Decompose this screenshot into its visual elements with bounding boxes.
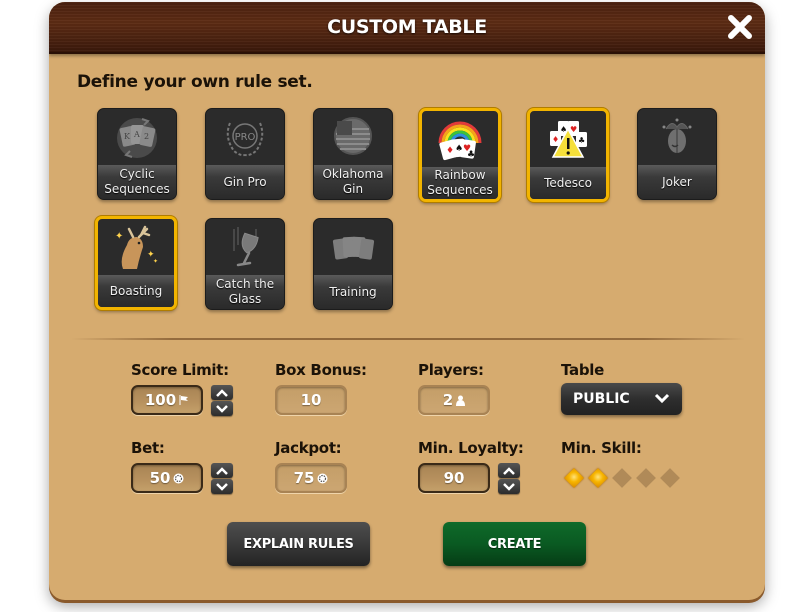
svg-text:✦: ✦ (153, 258, 158, 265)
falling-glass-icon (233, 227, 259, 267)
bet-value: 50 (149, 469, 171, 487)
min-skill-label: Min. Skill: (561, 439, 642, 457)
tile-label: Rainbow Sequences (422, 167, 498, 199)
svg-text:♦: ♦ (552, 135, 559, 144)
dialog-title: CUSTOM TABLE (327, 16, 487, 38)
min-loyalty-stepper (498, 463, 520, 494)
jackpot-value: 75 (293, 469, 315, 487)
tile-label: Oklahoma Gin (314, 165, 392, 199)
chip-icon (173, 473, 184, 483)
rule-tile-joker[interactable]: Joker (637, 108, 717, 200)
svg-text:PRO: PRO (235, 132, 256, 143)
chevron-down-icon (503, 482, 515, 491)
table-visibility-dropdown[interactable]: PUBLIC (561, 383, 682, 415)
rule-tile-oklahoma-gin[interactable]: Oklahoma Gin (313, 108, 393, 200)
score-limit-label: Score Limit: (131, 361, 229, 379)
score-limit-decrease-button[interactable] (211, 401, 233, 416)
section-divider (71, 338, 745, 340)
rule-tile-catch-the-glass[interactable]: Catch the Glass (205, 218, 285, 310)
cards-fan-icon (332, 236, 375, 260)
score-limit-stepper (211, 385, 233, 416)
min-loyalty-increase-button[interactable] (498, 463, 520, 478)
rule-tile-tedesco[interactable]: ♠ ♥ ♦ ♣ Tedesco (527, 108, 609, 202)
tile-label: Gin Pro (206, 165, 284, 199)
min-loyalty-field[interactable]: 90 (418, 463, 490, 493)
players-field: 2 (418, 385, 490, 415)
svg-text:♣: ♣ (467, 150, 475, 160)
bet-label: Bet: (131, 439, 165, 457)
skill-diamond-icon[interactable] (588, 468, 608, 488)
us-flag-icon (334, 117, 372, 155)
tile-label: Joker (638, 165, 716, 199)
box-bonus-label: Box Bonus: (275, 361, 367, 379)
bet-decrease-button[interactable] (211, 479, 233, 494)
skill-diamond-icon[interactable] (564, 468, 584, 488)
chevron-down-icon (216, 482, 228, 491)
table-visibility-value: PUBLIC (573, 391, 630, 407)
jester-icon (662, 118, 692, 153)
create-button[interactable]: CREATE (443, 522, 586, 566)
min-loyalty-decrease-button[interactable] (498, 479, 520, 494)
bet-increase-button[interactable] (211, 463, 233, 478)
tile-label: Boasting (98, 275, 174, 307)
min-loyalty-value: 90 (443, 469, 465, 487)
chevron-up-icon (216, 466, 228, 475)
deer-icon: ✦ ✦ ✦ (115, 225, 158, 269)
custom-table-dialog: CUSTOM TABLE Define your own rule set. K… (49, 2, 765, 600)
svg-text:♦: ♦ (446, 146, 454, 156)
rule-tile-rainbow-sequences[interactable]: ♦ ♠ ♥ ♣ Rainbow Sequences (419, 108, 501, 202)
skill-diamond-icon[interactable] (636, 468, 656, 488)
box-bonus-field: 10 (275, 385, 347, 415)
tile-label: Training (314, 275, 392, 309)
score-limit-increase-button[interactable] (211, 385, 233, 400)
jackpot-label: Jackpot: (275, 439, 342, 457)
subtitle: Define your own rule set. (77, 72, 313, 92)
cyclic-cards-icon: K A 2 (117, 118, 157, 158)
pro-laurel-icon: PRO (226, 122, 264, 157)
close-icon (728, 15, 752, 39)
aces-warning-icon: ♠ ♥ ♦ ♣ (550, 121, 587, 158)
chevron-up-icon (503, 466, 515, 475)
min-loyalty-label: Min. Loyalty: (418, 439, 524, 457)
players-value: 2 (442, 391, 454, 409)
rule-tile-gin-pro[interactable]: PRO Gin Pro (205, 108, 285, 200)
tile-label: Tedesco (530, 167, 606, 199)
svg-text:♥: ♥ (570, 125, 577, 134)
jackpot-field: 75 (275, 463, 347, 493)
person-icon (456, 395, 466, 406)
skill-diamond-icon[interactable] (660, 468, 680, 488)
dialog-header: CUSTOM TABLE (49, 2, 765, 54)
tile-label: Catch the Glass (206, 275, 284, 309)
rule-tile-cyclic-sequences[interactable]: K A 2 Cyclic Sequences (97, 108, 177, 200)
table-label: Table (561, 361, 604, 379)
bet-field[interactable]: 50 (131, 463, 203, 493)
svg-text:✦: ✦ (115, 231, 123, 242)
flag-icon (179, 395, 189, 405)
svg-text:♣: ♣ (578, 136, 585, 145)
score-limit-field[interactable]: 100 (131, 385, 203, 415)
close-button[interactable] (725, 12, 755, 42)
tile-label: Cyclic Sequences (98, 165, 176, 199)
svg-text:K: K (124, 132, 131, 141)
chip-icon (317, 473, 328, 483)
svg-text:♠: ♠ (455, 144, 463, 154)
svg-text:A: A (133, 130, 140, 139)
players-label: Players: (418, 361, 484, 379)
chevron-down-icon (216, 404, 228, 413)
chevron-down-icon (654, 393, 670, 404)
rainbow-cards-icon: ♦ ♠ ♥ ♣ (438, 121, 482, 161)
chevron-up-icon (216, 388, 228, 397)
svg-text:2: 2 (144, 132, 149, 141)
box-bonus-value: 10 (300, 391, 322, 409)
rule-tile-boasting[interactable]: ✦ ✦ ✦ Boasting (95, 216, 177, 310)
explain-rules-button[interactable]: EXPLAIN RULES (227, 522, 370, 566)
score-limit-value: 100 (144, 391, 177, 409)
skill-diamond-icon[interactable] (612, 468, 632, 488)
bet-stepper (211, 463, 233, 494)
rule-tile-training[interactable]: Training (313, 218, 393, 310)
